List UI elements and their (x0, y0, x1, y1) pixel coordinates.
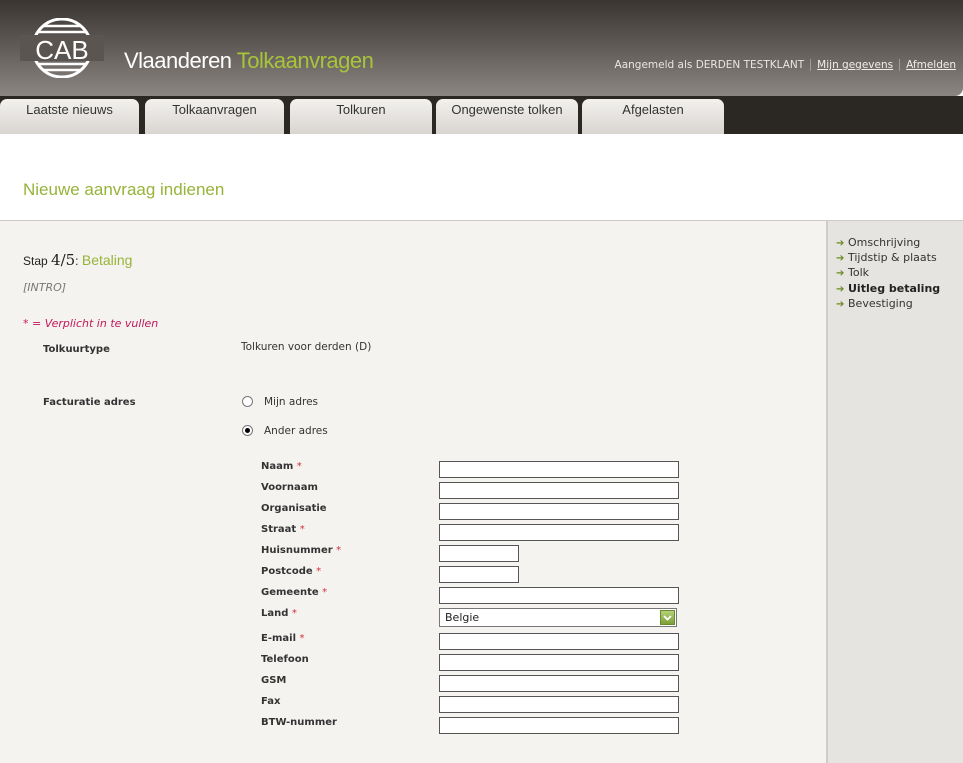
required-mark: * (299, 633, 305, 644)
tab-laatste-nieuws[interactable]: Laatste nieuws (0, 99, 139, 134)
divider (810, 59, 812, 71)
arrow-right-icon: ➔ (836, 299, 845, 310)
field-label-organisatie: Organisatie (261, 503, 327, 514)
page-title: Nieuwe aanvraag indienen (23, 180, 225, 199)
telefoon-input[interactable] (439, 654, 679, 671)
step-prefix: Stap (23, 254, 48, 268)
email-input[interactable] (439, 633, 679, 650)
field-label-fax: Fax (261, 696, 281, 707)
header: CAB Vlaanderen Tolkaanvragen Aangemeld a… (0, 0, 963, 96)
radio-other-address[interactable] (242, 425, 253, 436)
arrow-right-icon: ➔ (836, 253, 845, 264)
brand-accent: Tolkaanvragen (236, 48, 374, 73)
radio-other-address-label[interactable]: Ander adres (264, 425, 328, 437)
required-mark: * (291, 608, 297, 619)
arrow-right-icon: ➔ (836, 268, 845, 279)
logged-in-prefix: Aangemeld als (614, 59, 693, 71)
sidebar-item-uitleg-betaling[interactable]: ➔ Uitleg betaling (836, 282, 940, 295)
organisatie-input[interactable] (439, 503, 679, 520)
tab-ongewenste-tolken[interactable]: Ongewenste tolken (436, 99, 578, 134)
step-name: Betaling (81, 252, 133, 268)
land-selected-value: Belgie (445, 611, 480, 624)
field-label-straat: Straat * (261, 524, 305, 535)
required-mark: * (299, 524, 305, 535)
dropdown-button[interactable] (660, 610, 675, 625)
tab-afgelasten[interactable]: Afgelasten (582, 99, 724, 134)
field-label-huisnummer: Huisnummer * (261, 545, 342, 556)
postcode-input[interactable] (439, 566, 519, 583)
chevron-down-icon (663, 615, 672, 621)
field-label-postcode: Postcode * (261, 566, 322, 577)
fax-input[interactable] (439, 696, 679, 713)
user-name: DERDEN TESTKLANT (695, 59, 805, 71)
step-number: 4/5 (51, 251, 76, 269)
land-select[interactable]: Belgie (439, 608, 677, 627)
main-content (0, 221, 826, 763)
cab-logo[interactable]: CAB (20, 18, 104, 78)
field-label-gsm: GSM (261, 675, 287, 686)
required-mark: * (322, 587, 328, 598)
main-navigation: Laatste nieuws Tolkaanvragen Tolkuren On… (0, 96, 963, 134)
field-label-email: E-mail * (261, 633, 305, 644)
step-indicator: Stap 4/5: Betaling (23, 251, 132, 269)
required-note: * = Verplicht in te vullen (23, 317, 159, 330)
field-label-telefoon: Telefoon (261, 654, 309, 665)
facturatie-label: Facturatie adres (43, 397, 136, 408)
radio-own-address[interactable] (242, 396, 253, 407)
gsm-input[interactable] (439, 675, 679, 692)
sidebar-item-tolk[interactable]: ➔ Tolk (836, 266, 869, 279)
required-mark: * (336, 545, 342, 556)
voornaam-input[interactable] (439, 482, 679, 499)
naam-input[interactable] (439, 461, 679, 478)
my-data-link[interactable]: Mijn gegevens (817, 59, 893, 71)
divider (899, 59, 901, 71)
steps-sidebar: ➔ Omschrijving ➔ Tijdstip & plaats ➔ Tolk ➔… (826, 221, 963, 763)
tolkuurtype-label: Tolkuurtype (43, 344, 110, 355)
btw-nummer-input[interactable] (439, 717, 679, 734)
sidebar-item-bevestiging[interactable]: ➔ Bevestiging (836, 297, 913, 310)
field-label-voornaam: Voornaam (261, 482, 318, 493)
intro-text: [INTRO] (23, 281, 67, 294)
arrow-right-icon: ➔ (836, 238, 845, 249)
logout-link[interactable]: Afmelden (906, 59, 956, 71)
field-label-land: Land * (261, 608, 297, 619)
arrow-right-icon: ➔ (836, 284, 845, 295)
logo-text: CAB (35, 35, 88, 65)
tolkuurtype-value: Tolkuren voor derden (D) (241, 341, 372, 353)
gemeente-input[interactable] (439, 587, 679, 604)
sidebar-item-omschrijving[interactable]: ➔ Omschrijving (836, 236, 920, 249)
brand-title: Vlaanderen Tolkaanvragen (124, 48, 374, 74)
field-label-btw-nummer: BTW-nummer (261, 717, 337, 728)
radio-own-address-label[interactable]: Mijn adres (264, 396, 318, 408)
brand-main: Vlaanderen (124, 48, 232, 73)
required-mark: * (316, 566, 322, 577)
sidebar-item-tijdstip-plaats[interactable]: ➔ Tijdstip & plaats (836, 251, 937, 264)
required-mark: * (296, 461, 302, 472)
user-bar: Aangemeld als DERDEN TESTKLANT Mijn gegev… (615, 59, 956, 71)
tab-tolkuren[interactable]: Tolkuren (290, 99, 432, 134)
straat-input[interactable] (439, 524, 679, 541)
huisnummer-input[interactable] (439, 545, 519, 562)
field-label-gemeente: Gemeente * (261, 587, 328, 598)
tab-tolkaanvragen[interactable]: Tolkaanvragen (145, 99, 284, 134)
field-label-naam: Naam * (261, 461, 302, 472)
step-colon: : (75, 254, 79, 268)
